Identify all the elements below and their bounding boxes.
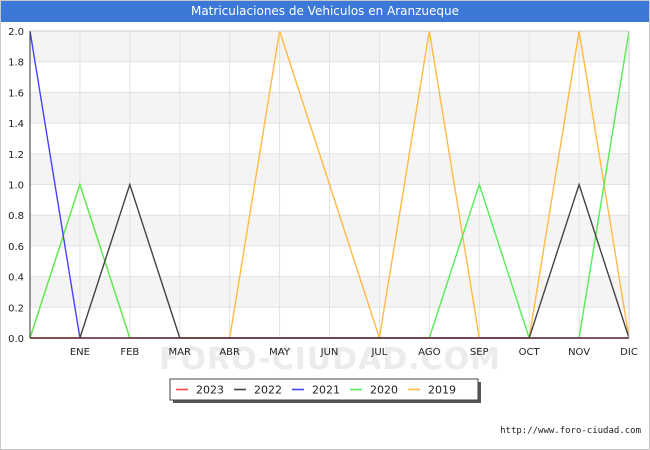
x-tick-label: ABR: [219, 347, 240, 358]
legend-label-2023: 2023: [196, 384, 224, 397]
y-tick-label: 0.4: [8, 273, 24, 284]
y-tick-label: 0.8: [8, 211, 24, 222]
y-tick-label: 2.0: [8, 27, 24, 38]
y-tick-label: 1.6: [8, 88, 24, 99]
x-tick-label: JUN: [320, 347, 339, 358]
line-chart: FORO-CIUDAD.COM 0.00.20.40.60.81.01.21.4…: [8, 27, 638, 403]
x-tick-label: FEB: [120, 347, 139, 358]
y-tick-label: 0.0: [8, 334, 24, 345]
y-tick-label: 0.6: [8, 242, 24, 253]
source-credit: http://www.foro-ciudad.com: [500, 426, 641, 436]
x-tick-label: ENE: [70, 347, 90, 358]
legend-label-2019: 2019: [428, 384, 456, 397]
x-tick-label: JUL: [370, 347, 387, 358]
x-tick-label: NOV: [568, 347, 590, 358]
y-tick-labels: 0.0 0.2 0.4 0.6 0.8 1.0 1.2 1.4 1.6 1.8 2.0: [8, 27, 24, 345]
y-tick-label: 1.8: [8, 58, 24, 69]
x-tick-label: MAY: [269, 347, 291, 358]
y-tick-label: 1.4: [8, 119, 24, 130]
x-tick-label: MAR: [169, 347, 191, 358]
x-tick-label: SEP: [470, 347, 489, 358]
x-tick-label: OCT: [519, 347, 541, 358]
x-tick-label: DIC: [620, 347, 638, 358]
legend-label-2020: 2020: [370, 384, 398, 397]
y-tick-label: 0.2: [8, 303, 24, 314]
x-tick-label: AGO: [418, 347, 440, 358]
y-tick-label: 1.0: [8, 181, 24, 192]
legend-label-2022: 2022: [254, 384, 282, 397]
y-tick-label: 1.2: [8, 150, 24, 161]
legend-label-2021: 2021: [312, 384, 340, 397]
legend: 2023 2022 2021 2020 2019: [169, 378, 481, 403]
